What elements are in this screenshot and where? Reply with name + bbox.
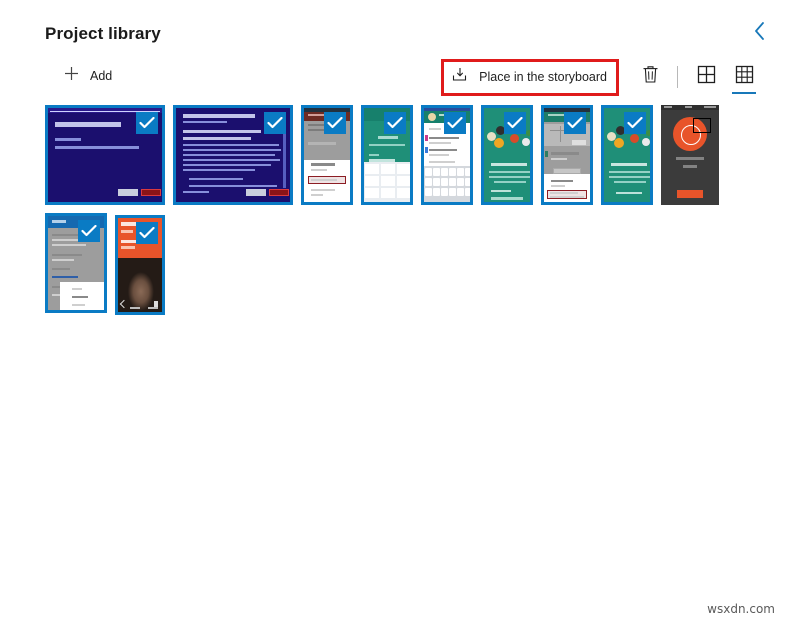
selection-checkmark[interactable] bbox=[624, 112, 646, 134]
library-item[interactable] bbox=[301, 105, 353, 205]
page-title: Project library bbox=[45, 24, 161, 43]
selection-checkmark[interactable] bbox=[564, 112, 586, 134]
add-button[interactable]: Add bbox=[58, 62, 118, 90]
selection-checkmark[interactable] bbox=[264, 112, 286, 134]
selection-checkmark[interactable] bbox=[136, 222, 158, 244]
place-in-storyboard-button[interactable]: Place in the storyboard bbox=[447, 63, 613, 90]
library-item[interactable] bbox=[541, 105, 593, 205]
project-library-grid bbox=[45, 105, 775, 315]
library-item[interactable] bbox=[115, 215, 165, 315]
grid-3x3-icon bbox=[735, 65, 754, 89]
command-bar-right-group: Place in the storyboard bbox=[441, 58, 763, 96]
selection-checkmark[interactable] bbox=[136, 112, 158, 134]
library-item[interactable] bbox=[421, 105, 473, 205]
selection-checkmark[interactable] bbox=[384, 112, 406, 134]
library-item[interactable] bbox=[481, 105, 533, 205]
library-item[interactable] bbox=[173, 105, 293, 205]
plus-icon bbox=[64, 66, 79, 86]
place-in-storyboard-icon bbox=[451, 66, 468, 88]
thumbnail-preview bbox=[661, 105, 719, 205]
selection-checkmark[interactable] bbox=[444, 112, 466, 134]
back-button[interactable] bbox=[743, 16, 777, 46]
command-bar: Add Place in the storyboard bbox=[45, 58, 763, 96]
view-small-thumbnails-button[interactable] bbox=[725, 60, 763, 94]
trash-icon bbox=[642, 65, 659, 89]
selection-checkmark[interactable] bbox=[78, 220, 100, 242]
toolbar-separator bbox=[677, 66, 678, 88]
chevron-left-icon bbox=[753, 20, 767, 42]
library-item[interactable] bbox=[661, 105, 719, 205]
watermark: wsxdn.com bbox=[707, 602, 775, 616]
delete-button[interactable] bbox=[633, 61, 667, 93]
library-item[interactable] bbox=[45, 105, 165, 205]
library-item[interactable] bbox=[45, 213, 107, 313]
view-large-thumbnails-button[interactable] bbox=[687, 60, 725, 94]
selection-checkmark[interactable] bbox=[324, 112, 346, 134]
place-in-storyboard-highlight: Place in the storyboard bbox=[441, 58, 619, 96]
selection-checkmark[interactable] bbox=[504, 112, 526, 134]
add-button-label: Add bbox=[90, 69, 113, 83]
grid-2x2-icon bbox=[697, 65, 716, 89]
library-item[interactable] bbox=[601, 105, 653, 205]
library-item[interactable] bbox=[361, 105, 413, 205]
place-in-storyboard-label: Place in the storyboard bbox=[479, 69, 607, 84]
